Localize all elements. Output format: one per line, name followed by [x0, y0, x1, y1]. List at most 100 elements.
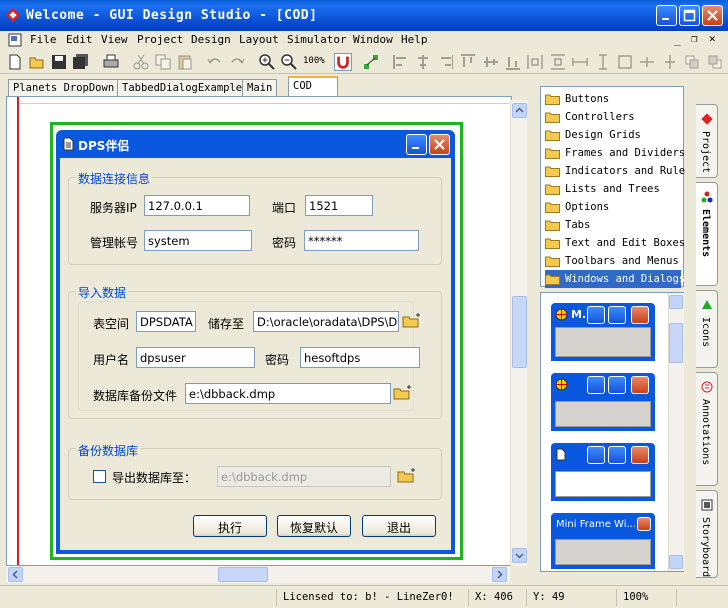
hscroll-thumb[interactable] [218, 567, 268, 582]
element-category[interactable]: Toolbars and Menus [545, 252, 681, 270]
exit-button[interactable]: 退出 [362, 515, 436, 537]
port-input[interactable]: 1521 [305, 195, 373, 216]
menu-view[interactable]: View [101, 33, 128, 46]
mini-minimize-button[interactable] [587, 306, 605, 324]
preview-scrollbar[interactable] [668, 293, 684, 571]
preview-mini-window-2[interactable] [551, 373, 655, 431]
dialog-minimize-button[interactable] [406, 134, 427, 155]
menu-help[interactable]: Help [401, 33, 428, 46]
sidetab-icons[interactable]: Icons [696, 290, 718, 368]
canvas-vertical-scrollbar[interactable] [510, 100, 527, 566]
undo-icon[interactable] [206, 53, 224, 71]
center-horizontal-icon[interactable] [638, 53, 655, 71]
distribute-h-icon[interactable] [526, 53, 543, 71]
tab-planets-dropdown[interactable]: Planets DropDown [8, 79, 120, 96]
server-ip-input[interactable]: 127.0.0.1 [144, 195, 250, 216]
mini-close-button[interactable] [631, 306, 649, 324]
canvas-horizontal-scrollbar[interactable] [6, 566, 510, 583]
element-category[interactable]: Windows and Dialogs [545, 270, 685, 288]
tablespace-input[interactable]: DPSDATA [136, 311, 196, 332]
align-center-icon[interactable] [414, 53, 430, 71]
mini-close-button[interactable] [631, 376, 649, 394]
save-all-icon[interactable] [72, 53, 90, 71]
cut-icon[interactable] [132, 53, 150, 71]
browse-folder-icon[interactable] [402, 313, 422, 329]
mini-minimize-button[interactable] [587, 376, 605, 394]
mini-maximize-button[interactable] [608, 376, 626, 394]
align-top-icon[interactable] [459, 53, 476, 71]
close-button[interactable] [702, 5, 723, 26]
dps-dialog[interactable]: DPS伴侣 数据连接信息 服务器IP 127.0.0.1 端口 1521 管理帐… [56, 130, 455, 554]
align-middle-icon[interactable] [482, 53, 498, 71]
align-right-icon[interactable] [437, 53, 454, 71]
element-preview[interactable]: M... Mini Frame Wi... [540, 292, 684, 572]
same-width-icon[interactable] [571, 53, 588, 71]
import-password-input[interactable]: hesoftdps [300, 347, 420, 368]
same-height-icon[interactable] [594, 53, 610, 71]
menu-simulator[interactable]: Simulator [287, 33, 347, 46]
scroll-left-button[interactable] [8, 567, 23, 582]
sidetab-project[interactable]: Project [696, 104, 718, 178]
mdi-minimize-icon[interactable]: _ [674, 33, 681, 46]
distribute-v-icon[interactable] [549, 53, 565, 71]
elements-list[interactable]: Buttons Controllers Design Grids Frames and… [540, 86, 685, 288]
align-bottom-icon[interactable] [504, 53, 521, 71]
minimize-button[interactable] [656, 5, 677, 26]
tab-cod[interactable]: COD [288, 76, 338, 96]
browse-folder-icon[interactable] [397, 468, 417, 484]
mdi-restore-icon[interactable]: ❐ [691, 32, 698, 45]
document-menu-icon[interactable] [8, 33, 23, 47]
reset-defaults-button[interactable]: 恢复默认 [277, 515, 351, 537]
menu-project[interactable]: Project [137, 33, 183, 46]
sidetab-elements[interactable]: Elements [696, 182, 718, 286]
mini-maximize-button[interactable] [608, 446, 626, 464]
tab-main[interactable]: Main [242, 79, 278, 96]
element-category[interactable]: Frames and Dividers [545, 144, 685, 162]
element-category[interactable]: Buttons [545, 90, 681, 108]
magnet-snap-icon[interactable] [334, 53, 352, 71]
menu-edit[interactable]: Edit [66, 33, 93, 46]
tab-tabbed-dialog-example[interactable]: TabbedDialogExample [117, 79, 248, 96]
mini-restore-button[interactable] [608, 306, 626, 324]
mdi-close-icon[interactable]: ✕ [709, 32, 716, 45]
admin-input[interactable]: system [144, 230, 252, 251]
scroll-thumb[interactable] [512, 296, 527, 368]
center-vertical-icon[interactable] [661, 53, 677, 71]
copy-icon[interactable] [154, 53, 172, 71]
menu-window[interactable]: Window [353, 33, 393, 46]
element-category[interactable]: Design Grids [545, 126, 681, 144]
open-folder-icon[interactable] [28, 53, 46, 71]
scroll-right-button[interactable] [492, 567, 507, 582]
menu-file[interactable]: File [30, 33, 57, 46]
scroll-down-button[interactable] [512, 548, 527, 563]
same-size-icon[interactable] [616, 53, 632, 71]
preview-scroll-thumb[interactable] [669, 323, 683, 363]
browse-folder-icon[interactable] [393, 385, 413, 401]
mini-minimize-button[interactable] [587, 446, 605, 464]
zoom-level[interactable]: 100% [303, 56, 325, 66]
preview-scroll-down[interactable] [669, 555, 683, 569]
user-input[interactable]: dpsuser [136, 347, 255, 368]
menu-layout[interactable]: Layout [239, 33, 279, 46]
element-category[interactable]: Lists and Trees [545, 180, 681, 198]
bring-front-icon[interactable] [683, 53, 699, 71]
preview-scroll-up[interactable] [669, 295, 683, 309]
maximize-button[interactable] [679, 5, 700, 26]
element-category[interactable]: Options [545, 198, 681, 216]
password-input[interactable]: ****** [304, 230, 419, 251]
element-category[interactable]: Text and Edit Boxes [545, 234, 685, 252]
mini-close-button[interactable] [631, 446, 649, 464]
sidetab-storyboard[interactable]: Storyboard [696, 490, 718, 578]
scroll-up-button[interactable] [512, 103, 527, 118]
export-checkbox[interactable] [93, 470, 106, 483]
mini-frame-close-button[interactable] [637, 517, 651, 531]
export-path-input[interactable]: e:\dbback.dmp [217, 466, 391, 487]
zoom-out-icon[interactable] [280, 53, 298, 71]
menu-design[interactable]: Design [191, 33, 231, 46]
store-path-input[interactable]: D:\oracle\oradata\DPS\DPS [253, 311, 399, 332]
paste-icon[interactable] [176, 53, 194, 71]
dialog-close-button[interactable] [429, 134, 450, 155]
new-file-icon[interactable] [6, 53, 24, 71]
backup-file-input[interactable]: e:\dbback.dmp [185, 383, 391, 404]
preview-mini-window-3[interactable] [551, 443, 655, 501]
